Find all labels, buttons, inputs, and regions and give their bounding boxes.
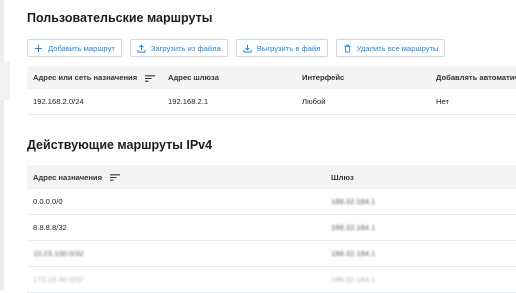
column-destination[interactable]: Адрес назначения [27, 173, 325, 182]
column-gateway: Адрес шлюза [168, 73, 219, 82]
route-gateway: 192.168.2.1 [168, 97, 209, 106]
active-routes-header: Адрес назначения Шлюз [27, 165, 516, 189]
active-route-destination: 10.23.100.0/32 [33, 249, 84, 258]
active-route-destination: 0.0.0.0/0 [33, 197, 63, 206]
route-interface: Любой [302, 97, 326, 106]
routes-toolbar: Добавить маршрут Загрузить из файла Выгр… [27, 39, 446, 57]
custom-routes-header: Адрес или сеть назначения Адрес шлюза Ин… [27, 66, 516, 89]
delete-all-routes-label: Удалить все маршруты [356, 43, 439, 53]
active-route-gateway: 188.32.184.1 [331, 275, 376, 284]
download-to-file-label: Выгрузить в файл [256, 43, 321, 53]
upload-from-file-button[interactable]: Загрузить из файла [129, 39, 228, 57]
table-row: 0.0.0.0/0 188.32.184.1 [27, 189, 516, 215]
active-route-gateway: 188.32.184.1 [331, 197, 376, 206]
delete-all-routes-button[interactable]: Удалить все маршруты [335, 39, 446, 57]
plus-icon [34, 44, 43, 52]
column-auto-add: Добавлять автоматиче [436, 73, 516, 82]
sort-icon[interactable] [145, 74, 156, 82]
route-auto-add: Нет [436, 97, 449, 106]
trash-icon [343, 44, 351, 53]
column-destination[interactable]: Адрес или сеть назначения [27, 73, 162, 82]
download-to-file-button[interactable]: Выгрузить в файл [235, 39, 328, 57]
active-routes-title: Действующие маршруты IPv4 [27, 138, 213, 152]
route-destination: 192.168.2.0/24 [33, 97, 84, 106]
active-route-destination: 172.16.46.0/32 [33, 275, 84, 284]
column-gateway: Шлюз [331, 172, 354, 182]
table-row: 172.16.46.0/32 188.32.184.1 [27, 267, 516, 293]
active-route-destination: 8.8.8.8/32 [33, 223, 67, 232]
table-row: 10.23.100.0/32 188.32.184.1 [27, 241, 516, 267]
upload-from-file-label: Загрузить из файла [150, 43, 221, 53]
side-strip [0, 0, 4, 290]
side-strip-marker [0, 62, 10, 100]
active-route-gateway: 188.32.184.1 [331, 249, 376, 258]
sort-icon[interactable] [110, 174, 121, 181]
download-icon [243, 44, 252, 53]
add-route-label: Добавить маршрут [48, 43, 115, 53]
column-interface: Интерфейс [302, 73, 345, 82]
active-route-gateway: 188.32.184.1 [331, 223, 376, 232]
table-row[interactable]: 192.168.2.0/24 192.168.2.1 Любой Нет [27, 89, 516, 115]
add-route-button[interactable]: Добавить маршрут [27, 39, 122, 57]
upload-icon [137, 44, 146, 53]
custom-routes-table: Адрес или сеть назначения Адрес шлюза Ин… [27, 66, 516, 115]
table-row: 8.8.8.8/32 188.32.184.1 [27, 215, 516, 241]
custom-routes-title: Пользовательские маршруты [27, 11, 213, 25]
active-routes-table: Адрес назначения Шлюз 0.0.0.0/0 188.32.1… [27, 165, 516, 293]
